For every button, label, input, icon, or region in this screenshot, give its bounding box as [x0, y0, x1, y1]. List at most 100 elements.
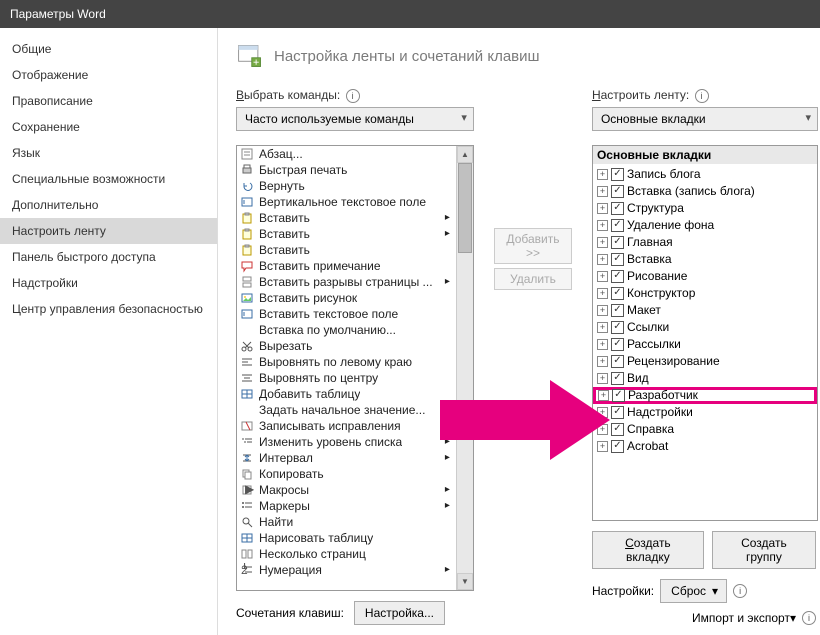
tree-item[interactable]: +✓Конструктор	[593, 285, 817, 302]
sidebar-item-2[interactable]: Правописание	[0, 88, 217, 114]
add-button[interactable]: Добавить >>	[494, 228, 572, 264]
expand-icon[interactable]: +	[597, 271, 608, 282]
checkbox[interactable]: ✓	[611, 168, 624, 181]
commands-listbox[interactable]: Абзац...Быстрая печатьВернутьВертикально…	[236, 145, 474, 591]
checkbox[interactable]: ✓	[611, 287, 624, 300]
checkbox[interactable]: ✓	[611, 304, 624, 317]
command-item[interactable]: Выровнять по левому краю	[237, 354, 456, 370]
sidebar-item-3[interactable]: Сохранение	[0, 114, 217, 140]
new-group-button[interactable]: Создать группу	[712, 531, 816, 569]
scroll-down[interactable]: ▼	[457, 573, 473, 590]
command-item[interactable]: Несколько страниц	[237, 546, 456, 562]
command-item[interactable]: Задать начальное значение...▸	[237, 402, 456, 418]
tree-item[interactable]: +✓Рисование	[593, 268, 817, 285]
sidebar-item-0[interactable]: Общие	[0, 36, 217, 62]
command-item[interactable]: Изменить уровень списка▸	[237, 434, 456, 450]
command-item[interactable]: Вставить▸	[237, 210, 456, 226]
expand-icon[interactable]: +	[597, 305, 608, 316]
tree-item[interactable]: +✓Удаление фона	[593, 217, 817, 234]
remove-button[interactable]: Удалить	[494, 268, 572, 290]
command-item[interactable]: Маркеры▸	[237, 498, 456, 514]
checkbox[interactable]: ✓	[612, 389, 625, 402]
command-item[interactable]: Добавить таблицу	[237, 386, 456, 402]
command-item[interactable]: Найти	[237, 514, 456, 530]
command-item[interactable]: ▶Макросы▸	[237, 482, 456, 498]
scrollbar[interactable]: ▲ ▼	[456, 146, 473, 590]
scroll-up[interactable]: ▲	[457, 146, 473, 163]
checkbox[interactable]: ✓	[611, 185, 624, 198]
command-item[interactable]: Вставить разрывы страницы ...▸	[237, 274, 456, 290]
choose-commands-dropdown[interactable]: Часто используемые команды	[236, 107, 474, 131]
info-icon[interactable]: i	[802, 611, 816, 625]
info-icon[interactable]: i	[695, 89, 709, 103]
import-export-dropdown[interactable]: Импорт и экспорт▾	[692, 611, 796, 625]
sidebar-item-9[interactable]: Надстройки	[0, 270, 217, 296]
command-item[interactable]: Вставить	[237, 242, 456, 258]
command-item[interactable]: 12Нумерация▸	[237, 562, 456, 578]
expand-icon[interactable]: +	[597, 322, 608, 333]
tree-item[interactable]: +✓Справка	[593, 421, 817, 438]
tree-item[interactable]: +✓Главная	[593, 234, 817, 251]
tree-item[interactable]: +✓Запись блога	[593, 166, 817, 183]
expand-icon[interactable]: +	[597, 441, 608, 452]
sidebar-item-10[interactable]: Центр управления безопасностью	[0, 296, 217, 322]
tree-item[interactable]: +✓Вставка (запись блога)	[593, 183, 817, 200]
expand-icon[interactable]: +	[597, 373, 608, 384]
customize-shortcuts-button[interactable]: Настройка...	[354, 601, 445, 625]
tree-item[interactable]: +✓Разработчик	[593, 387, 817, 404]
info-icon[interactable]: i	[346, 89, 360, 103]
checkbox[interactable]: ✓	[611, 202, 624, 215]
expand-icon[interactable]: +	[597, 169, 608, 180]
expand-icon[interactable]: +	[597, 237, 608, 248]
expand-icon[interactable]: +	[597, 424, 608, 435]
command-item[interactable]: Вставка по умолчанию...	[237, 322, 456, 338]
scroll-thumb[interactable]	[458, 163, 472, 253]
command-item[interactable]: Нарисовать таблицу	[237, 530, 456, 546]
sidebar-item-5[interactable]: Специальные возможности	[0, 166, 217, 192]
command-item[interactable]: Вставить примечание	[237, 258, 456, 274]
ribbon-tree[interactable]: +✓Запись блога+✓Вставка (запись блога)+✓…	[592, 164, 818, 521]
checkbox[interactable]: ✓	[611, 338, 624, 351]
command-item[interactable]: Выровнять по центру	[237, 370, 456, 386]
command-item[interactable]: Вставить рисунок	[237, 290, 456, 306]
expand-icon[interactable]: +	[597, 186, 608, 197]
sidebar-item-7[interactable]: Настроить ленту	[0, 218, 217, 244]
expand-icon[interactable]: +	[597, 288, 608, 299]
command-item[interactable]: Интервал▸	[237, 450, 456, 466]
checkbox[interactable]: ✓	[611, 355, 624, 368]
checkbox[interactable]: ✓	[611, 253, 624, 266]
new-tab-button[interactable]: Создать вкладку	[592, 531, 704, 569]
command-item[interactable]: Вставить текстовое поле	[237, 306, 456, 322]
checkbox[interactable]: ✓	[611, 423, 624, 436]
expand-icon[interactable]: +	[597, 339, 608, 350]
sidebar-item-8[interactable]: Панель быстрого доступа	[0, 244, 217, 270]
command-item[interactable]: Вырезать	[237, 338, 456, 354]
checkbox[interactable]: ✓	[611, 406, 624, 419]
checkbox[interactable]: ✓	[611, 372, 624, 385]
info-icon[interactable]: i	[733, 584, 747, 598]
command-item[interactable]: Абзац...	[237, 146, 456, 162]
customize-ribbon-dropdown[interactable]: Основные вкладки	[592, 107, 818, 131]
sidebar-item-6[interactable]: Дополнительно	[0, 192, 217, 218]
command-item[interactable]: Вертикальное текстовое поле	[237, 194, 456, 210]
expand-icon[interactable]: +	[597, 356, 608, 367]
expand-icon[interactable]: +	[597, 407, 608, 418]
tree-item[interactable]: +✓Acrobat	[593, 438, 817, 455]
expand-icon[interactable]: +	[597, 254, 608, 265]
command-item[interactable]: Вернуть	[237, 178, 456, 194]
tree-item[interactable]: +✓Вид	[593, 370, 817, 387]
sidebar-item-4[interactable]: Язык	[0, 140, 217, 166]
command-item[interactable]: Записывать исправления▸	[237, 418, 456, 434]
tree-item[interactable]: +✓Структура	[593, 200, 817, 217]
checkbox[interactable]: ✓	[611, 440, 624, 453]
checkbox[interactable]: ✓	[611, 321, 624, 334]
checkbox[interactable]: ✓	[611, 236, 624, 249]
command-item[interactable]: Быстрая печать	[237, 162, 456, 178]
tree-item[interactable]: +✓Надстройки	[593, 404, 817, 421]
tree-item[interactable]: +✓Рецензирование	[593, 353, 817, 370]
tree-item[interactable]: +✓Макет	[593, 302, 817, 319]
command-item[interactable]: Вставить▸	[237, 226, 456, 242]
tree-item[interactable]: +✓Рассылки	[593, 336, 817, 353]
expand-icon[interactable]: +	[597, 220, 608, 231]
sidebar-item-1[interactable]: Отображение	[0, 62, 217, 88]
